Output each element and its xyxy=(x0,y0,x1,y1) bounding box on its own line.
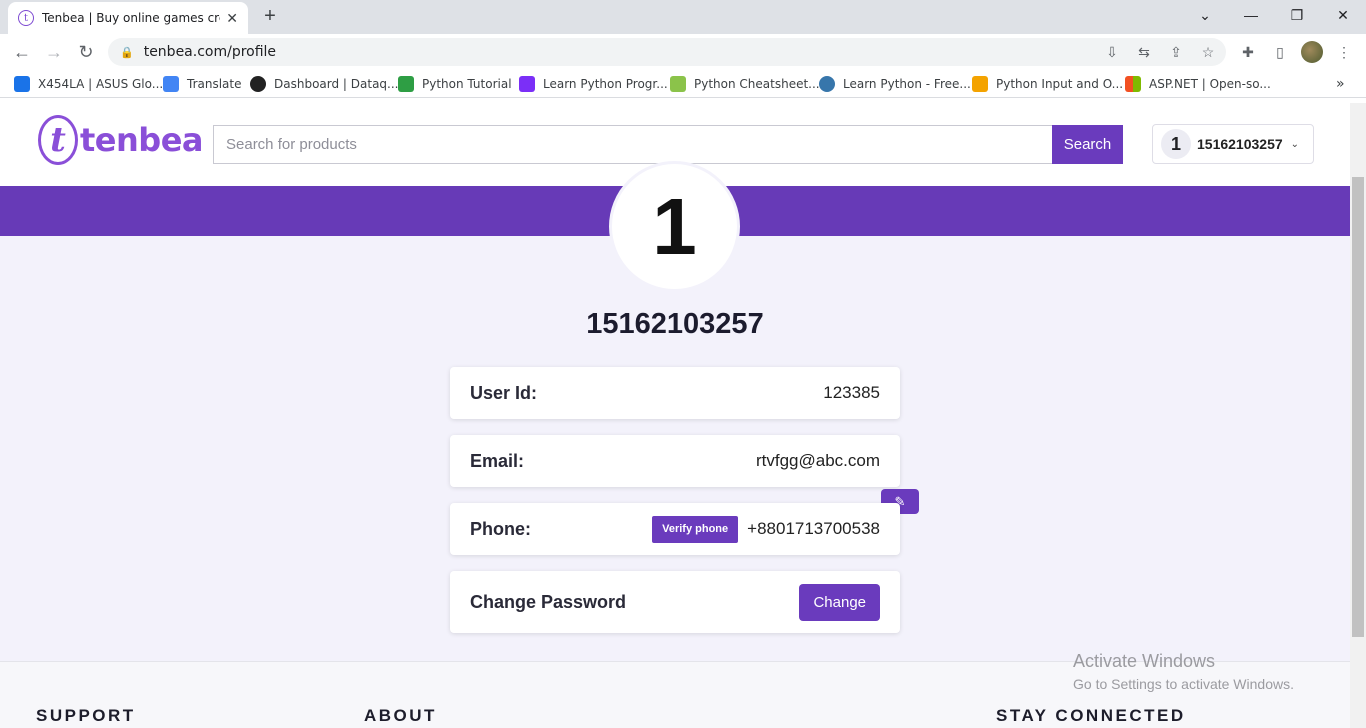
change-password-button[interactable]: Change xyxy=(799,583,880,621)
bookmark-item[interactable]: Translate xyxy=(163,75,242,93)
watermark-title: Activate Windows xyxy=(1073,651,1216,671)
tab-title: Tenbea | Buy online games credit xyxy=(42,11,220,25)
back-icon[interactable]: ← xyxy=(10,40,34,64)
phone-label: Phone: xyxy=(470,518,531,539)
more-bookmarks-icon[interactable]: » xyxy=(1336,75,1345,93)
bookmark-label: Learn Python - Free... xyxy=(843,77,971,91)
user-menu[interactable]: 1 15162103257 ⌄ xyxy=(1152,124,1314,164)
translate-icon xyxy=(163,76,179,92)
user-avatar: 1 xyxy=(1161,129,1191,159)
site-logo[interactable]: t tenbea xyxy=(38,115,203,165)
page-scrollbar[interactable] xyxy=(1350,103,1366,728)
bookmark-item[interactable]: X454LA | ASUS Glo... xyxy=(14,75,163,93)
user-name: 15162103257 xyxy=(1197,136,1283,152)
bookmark-label: Python Cheatsheet... xyxy=(694,77,820,91)
bookmark-label: ASP.NET | Open-so... xyxy=(1149,77,1271,91)
user-id-value: 123385 xyxy=(823,383,880,402)
change-password-card: Change Password Change xyxy=(450,571,900,633)
phone-value: +8801713700538 xyxy=(747,519,880,538)
footer-about-heading: ABOUT xyxy=(364,706,437,725)
extensions-icon[interactable]: ✚ xyxy=(1238,42,1258,62)
side-panel-icon[interactable]: ▯ xyxy=(1270,42,1290,62)
profile-avatar-large: 1 xyxy=(609,161,740,292)
logo-mark-icon: t xyxy=(38,115,78,165)
tenbea-favicon-icon: t xyxy=(18,10,34,26)
bookmark-label: Translate xyxy=(187,77,242,91)
email-label: Email: xyxy=(470,450,525,471)
browser-tabbar: t Tenbea | Buy online games credit ✕ + ⌄… xyxy=(0,0,1366,34)
bookmark-label: Python Tutorial xyxy=(422,77,512,91)
close-tab-icon[interactable]: ✕ xyxy=(226,10,238,27)
programiz-icon xyxy=(519,76,535,92)
asus-icon xyxy=(14,76,30,92)
bookmark-item[interactable]: Python Input and O... xyxy=(972,75,1123,93)
browser-toolbar: ← → ↻ 🔒 tenbea.com/profile ⇩ ⇆ ⇪ ☆ ✚ ▯ ⋮ xyxy=(0,34,1366,70)
bookmark-item[interactable]: ASP.NET | Open-so... xyxy=(1125,75,1271,93)
email-card: Email: rtvfgg@abc.com xyxy=(450,435,900,487)
watermark-subtitle: Go to Settings to activate Windows. xyxy=(1073,676,1294,692)
chevron-down-icon: ⌄ xyxy=(1290,138,1300,150)
cheatsheet-icon xyxy=(670,76,686,92)
profile-name: 15162103257 xyxy=(586,308,764,340)
profile-avatar[interactable] xyxy=(1301,41,1323,63)
bookmark-item[interactable]: Python Cheatsheet... xyxy=(670,75,820,93)
bookmark-label: X454LA | ASUS Glo... xyxy=(38,77,164,91)
search-button[interactable]: Search xyxy=(1052,125,1123,164)
menu-icon[interactable]: ⋮ xyxy=(1334,42,1354,62)
user-id-card: User Id: 123385 xyxy=(450,367,900,419)
logo-text: tenbea xyxy=(80,121,203,159)
activate-windows-watermark: Activate Windows Go to Settings to activ… xyxy=(1073,651,1294,692)
dataquest-icon xyxy=(250,76,266,92)
verify-phone-button[interactable]: Verify phone xyxy=(652,515,739,543)
bookmark-label: Dashboard | Dataq... xyxy=(274,77,399,91)
bookmark-item[interactable]: Python Tutorial xyxy=(398,75,512,93)
restore-icon[interactable]: ❐ xyxy=(1274,0,1320,30)
user-id-label: User Id: xyxy=(470,382,538,403)
scrollbar-thumb[interactable] xyxy=(1352,177,1364,637)
bookmark-item[interactable]: Dashboard | Dataq... xyxy=(250,75,399,93)
reload-icon[interactable]: ↻ xyxy=(74,40,98,64)
page-content: t tenbea Search 1 15162103257 ⌄ 1 151621… xyxy=(0,103,1350,728)
python-icon xyxy=(819,76,835,92)
tab-search-icon[interactable]: ⌄ xyxy=(1182,0,1228,30)
address-url: tenbea.com/profile xyxy=(143,44,277,60)
change-password-label: Change Password xyxy=(470,591,627,612)
w3-icon xyxy=(398,76,414,92)
bookmark-star-icon[interactable]: ☆ xyxy=(1198,42,1218,62)
search-input[interactable] xyxy=(213,125,1052,164)
microsoft-icon xyxy=(1125,76,1141,92)
bookmark-item[interactable]: Learn Python Progr... xyxy=(519,75,668,93)
footer-stay-connected-heading: STAY CONNECTED xyxy=(996,706,1186,725)
translate-icon[interactable]: ⇆ xyxy=(1134,42,1154,62)
browser-tab[interactable]: t Tenbea | Buy online games credit ✕ xyxy=(8,2,248,34)
install-icon[interactable]: ⇩ xyxy=(1102,42,1122,62)
bookmark-label: Python Input and O... xyxy=(996,77,1124,91)
javatpoint-icon xyxy=(972,76,988,92)
bookmark-label: Learn Python Progr... xyxy=(543,77,668,91)
share-icon[interactable]: ⇪ xyxy=(1166,42,1186,62)
lock-icon: 🔒 xyxy=(120,46,134,59)
search-bar: Search xyxy=(213,125,1123,164)
address-bar[interactable]: 🔒 tenbea.com/profile xyxy=(108,38,1226,66)
email-value: rtvfgg@abc.com xyxy=(755,451,880,470)
window-close-icon[interactable]: ✕ xyxy=(1320,0,1366,30)
new-tab-icon[interactable]: + xyxy=(258,4,282,28)
phone-card: Phone: Verify phone +8801713700538 xyxy=(450,503,900,555)
bookmark-item[interactable]: Learn Python - Free... xyxy=(819,75,971,93)
forward-icon[interactable]: → xyxy=(42,40,66,64)
footer-support-heading: SUPPORT xyxy=(36,706,136,725)
bookmarks-bar: X454LA | ASUS Glo... Translate Dashboard… xyxy=(0,70,1366,98)
minimize-icon[interactable]: — xyxy=(1228,0,1274,30)
